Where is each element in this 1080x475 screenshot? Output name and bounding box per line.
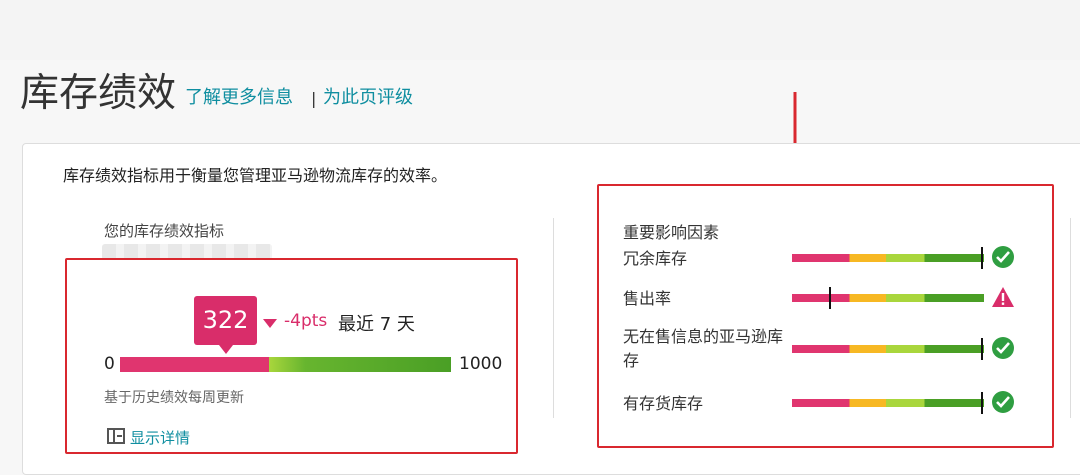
factor-label-excess-inventory: 冗余库存 [623,249,688,268]
warning-triangle-icon [992,287,1014,307]
ipi-update-note: 基于历史绩效每周更新 [104,390,244,406]
factor-label-in-stock-inventory: 有存货库存 [623,394,704,413]
page-title: 库存绩效 [20,71,177,116]
factor-bar-stranded-inventory [792,345,984,353]
factor-marker-excess-inventory [981,247,983,269]
factor-marker-in-stock-inventory [981,392,983,414]
column-divider-right [1070,218,1071,418]
factor-bar-sell-through [792,294,984,302]
factor-label-stranded-inventory: 无在售信息的亚马逊库存 [623,327,784,370]
ipi-score-bar [120,357,451,372]
check-circle-icon [992,391,1014,413]
factor-bar-in-stock-inventory [792,399,984,407]
factors-title: 重要影响因素 [623,223,720,242]
ipi-scale-max: 1000 [459,354,503,374]
ipi-scale-min: 0 [104,354,115,374]
ipi-period: 最近 7 天 [338,314,415,335]
show-details-link[interactable]: 显示详情 [130,427,190,448]
factor-label-sell-through: 售出率 [623,289,672,308]
header-separator: | [311,89,317,108]
panel-description: 库存绩效指标用于衡量您管理亚马逊物流库存的效率。 [63,166,448,185]
ipi-heading: 您的库存绩效指标 [104,222,225,240]
factor-marker-stranded-inventory [981,338,983,360]
ipi-score-badge: 322 [194,296,257,354]
trend-down-icon [263,319,277,328]
learn-more-link[interactable]: 了解更多信息 [185,87,293,109]
factor-bar-excess-inventory [792,254,984,262]
details-panel-icon[interactable] [107,428,125,444]
ipi-score-delta: -4pts [284,311,328,331]
check-circle-icon [992,337,1014,359]
check-circle-icon [992,246,1014,268]
factor-marker-sell-through [829,287,831,309]
column-divider [553,218,554,418]
rate-page-link[interactable]: 为此页评级 [323,87,413,109]
top-band [0,0,1080,60]
ipi-highlight-box [65,258,518,454]
